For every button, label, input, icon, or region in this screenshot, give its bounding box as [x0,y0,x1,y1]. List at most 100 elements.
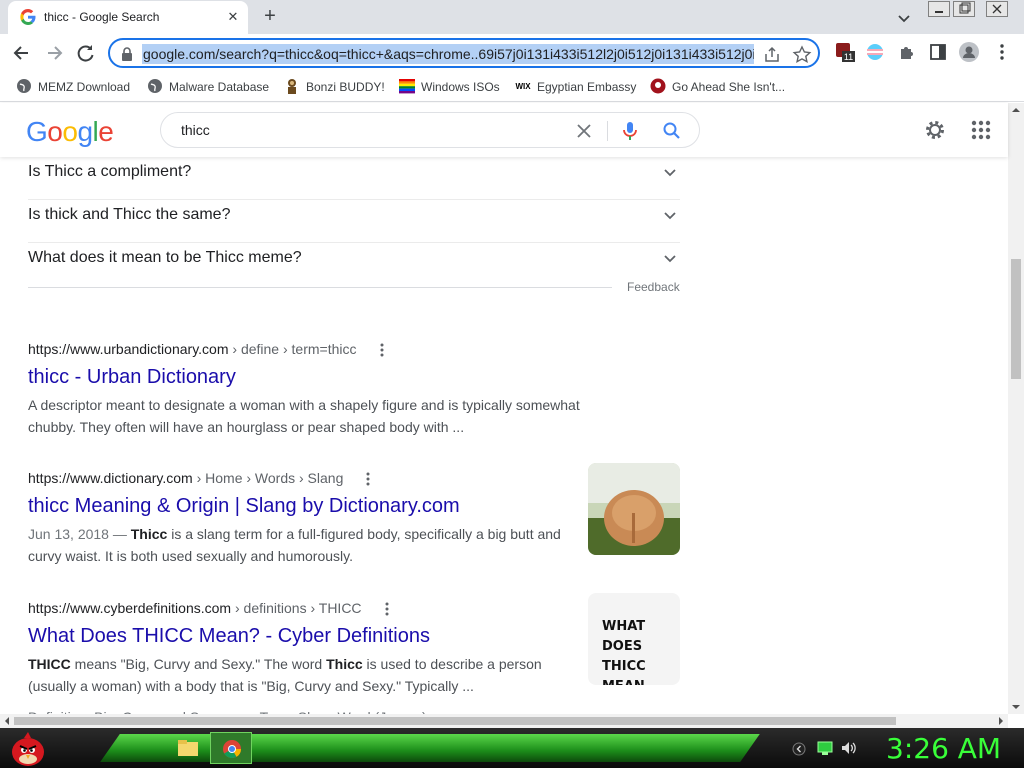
paa-question-text: What does it mean to be Thicc meme? [28,249,302,266]
google-favicon-icon [20,9,36,25]
browser-chrome: thicc - Google Search ✕ + google.com/sea… [0,0,1024,102]
paa-question-text: Is thick and Thicc the same? [28,206,231,223]
search-input[interactable]: thicc [160,112,700,148]
result-url[interactable]: https://www.urbandictionary.com › define… [28,341,357,357]
chevron-down-icon[interactable] [894,8,914,28]
result-domain: https://www.urbandictionary.com [28,341,229,357]
back-arrow-icon[interactable] [8,40,36,66]
globe-icon [148,79,162,93]
more-vert-icon[interactable] [378,342,386,358]
svg-text:WIX: WIX [515,82,531,91]
forward-arrow-icon[interactable] [40,40,68,66]
scrollbar-thumb[interactable] [1011,259,1021,379]
result-thumbnail[interactable]: WHAT DOES THICC MEAN [588,593,680,685]
trans-flag-extension-icon[interactable] [864,41,886,63]
bookmark-label: Go Ahead She Isn't... [672,80,786,94]
apps-grid-icon[interactable] [969,118,993,142]
bookmark-label: Windows ISOs [421,80,500,94]
lock-icon[interactable] [120,46,134,62]
chevron-down-icon[interactable] [662,250,678,266]
snippet-bold: Thicc [326,656,363,672]
tab-close-icon[interactable]: ✕ [224,8,242,26]
bookmark-windows-isos[interactable]: Windows ISOs [399,78,500,96]
scroll-down-arrow-icon[interactable] [1008,700,1024,714]
vertical-scrollbar[interactable] [1008,103,1024,714]
result-snippet: A descriptor meant to designate a woman … [28,397,580,435]
puzzle-extensions-icon[interactable] [896,41,918,63]
chrome-icon [223,740,241,759]
taskbar-chrome[interactable] [210,732,252,764]
scrollbar-thumb[interactable] [14,717,896,725]
taskbar-clock[interactable]: 3:26 AM [886,732,1001,765]
google-header: Google thicc [0,103,1008,157]
wix-icon: WIX [515,82,531,91]
url-text[interactable]: google.com/search?q=thicc&oq=thicc+&aqs=… [142,44,754,64]
maximize-button[interactable] [953,1,975,17]
bookmark-memz[interactable]: MEMZ Download [16,78,130,96]
bookmark-egyptian-embassy[interactable]: WIX Egyptian Embassy [515,78,636,96]
folder-icon [178,740,198,756]
scroll-right-arrow-icon[interactable] [994,714,1008,728]
bookmark-label: Egyptian Embassy [537,80,637,94]
thumbnail-image [588,463,680,555]
result-snippet: Jun 13, 2018 — Thicc is a slang term for… [28,523,584,567]
scroll-up-arrow-icon[interactable] [1008,103,1024,117]
scroll-left-arrow-icon[interactable] [0,714,14,728]
bonzi-icon [288,79,296,94]
tray-chevron-icon[interactable] [792,742,806,756]
result-url[interactable]: https://www.dictionary.com › Home › Word… [28,470,343,486]
result-title[interactable]: What Does THICC Mean? - Cyber Definition… [28,625,430,648]
bookmarks-bar: MEMZ Download Malware Database Bonzi BUD… [0,72,1024,102]
divider [28,287,612,288]
address-bar[interactable]: google.com/search?q=thicc&oq=thicc+&aqs=… [108,38,820,68]
result-snippet: THICC means "Big, Curvy and Sexy." The w… [28,653,584,697]
bookmark-bonzi[interactable]: Bonzi BUDDY! [284,78,385,96]
result-title[interactable]: thicc - Urban Dictionary [28,366,236,389]
bookmark-star-icon[interactable] [792,45,812,65]
extension-red-icon[interactable]: 11 [834,41,856,63]
result-path: › define › term=thicc [228,341,357,357]
minimize-button[interactable] [928,1,950,17]
start-button-angry-bird-icon[interactable] [8,730,48,768]
bookmark-label: Bonzi BUDDY! [306,80,385,94]
close-window-button[interactable] [986,1,1008,17]
more-vert-icon[interactable] [383,601,391,617]
extension-badge: 11 [844,52,853,62]
thumbnail-text: WHAT DOES THICC MEAN [602,619,646,685]
horizontal-scrollbar[interactable] [0,714,1008,728]
paa-question[interactable]: Is Thicc a compliment? [28,157,680,200]
search-icon[interactable] [661,120,683,142]
settings-gear-icon[interactable] [923,118,947,142]
side-panel-icon[interactable] [927,41,949,63]
result-title[interactable]: thicc Meaning & Origin | Slang by Dictio… [28,495,460,518]
reload-icon[interactable] [72,40,100,66]
result-domain: https://www.dictionary.com [28,470,193,486]
more-menu-icon[interactable] [991,41,1013,63]
result-url[interactable]: https://www.cyberdefinitions.com › defin… [28,600,362,616]
search-query[interactable]: thicc [181,122,210,138]
search-results: Is Thicc a compliment? Is thick and Thic… [0,157,1008,714]
result-thumbnail[interactable] [588,463,680,555]
search-divider [607,121,608,141]
chevron-down-icon[interactable] [662,164,678,180]
profile-avatar-icon[interactable] [958,41,980,63]
volume-icon[interactable] [840,740,858,756]
new-tab-button[interactable]: + [258,4,282,28]
feedback-link[interactable]: Feedback [627,280,680,294]
paa-question[interactable]: Is thick and Thicc the same? [28,200,680,243]
tab-google-search[interactable]: thicc - Google Search ✕ [8,1,248,34]
clear-icon[interactable] [573,120,595,142]
network-icon[interactable] [816,740,834,756]
share-icon[interactable] [762,45,782,65]
taskbar-explorer[interactable] [172,732,204,764]
paa-question[interactable]: What does it mean to be Thicc meme? [28,243,680,286]
result-extra-line: Definition: Big, Curvy and Sexy Type: Sl… [28,706,584,714]
google-logo[interactable]: Google [26,116,114,148]
taskbar: 3:26 AM [0,728,1024,768]
microphone-icon[interactable] [619,120,641,142]
tab-strip: thicc - Google Search ✕ + [0,0,1024,34]
chevron-down-icon[interactable] [662,207,678,223]
bookmark-malware-db[interactable]: Malware Database [147,78,269,96]
bookmark-go-ahead[interactable]: Go Ahead She Isn't... [650,78,785,96]
more-vert-icon[interactable] [364,471,372,487]
